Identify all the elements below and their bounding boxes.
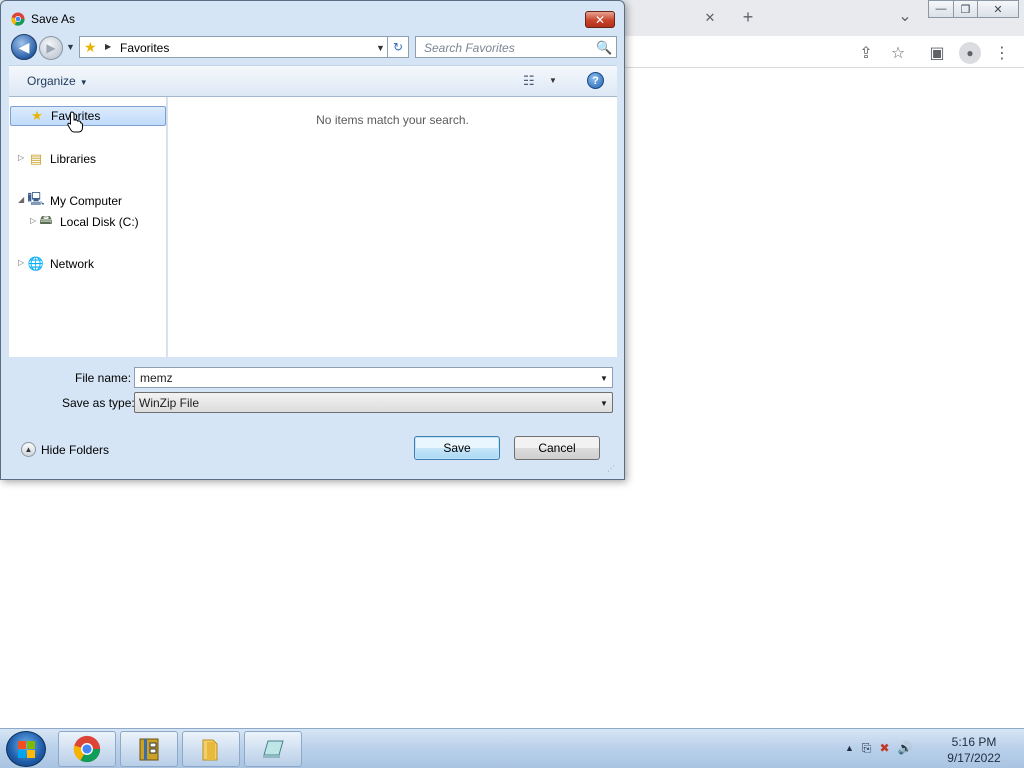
windows-logo-icon: [17, 740, 35, 758]
collapse-up-icon: ▲: [21, 442, 36, 457]
volume-icon[interactable]: 🔊: [898, 741, 913, 756]
dialog-titlebar[interactable]: Save As ✕: [1, 1, 624, 33]
system-tray: ▲ ⎘ ✖ 🔊: [845, 741, 913, 756]
side-panel-icon[interactable]: ▣: [927, 43, 947, 63]
chrome-icon: [11, 12, 25, 26]
share-icon[interactable]: ⇪: [856, 43, 876, 63]
filename-label: File name:: [75, 371, 132, 385]
navigation-pane: ★ Favorites ▷ ▤ Libraries ◢ 🖳 My Compute…: [9, 97, 167, 357]
save-type-value: WinZip File: [139, 396, 200, 410]
save-type-select[interactable]: WinZip File ▼: [134, 392, 613, 413]
taskbar: ▲ ⎘ ✖ 🔊 5:16 PM 9/17/2022: [0, 728, 1024, 768]
tree-item-libraries[interactable]: ▤ Libraries: [28, 149, 96, 169]
dialog-close-button[interactable]: ✕: [585, 11, 615, 28]
winzip-icon: [139, 738, 159, 761]
forward-button[interactable]: ▶: [39, 36, 63, 60]
action-center-icon[interactable]: ✖: [880, 741, 890, 756]
filename-dropdown-icon[interactable]: ▼: [600, 374, 608, 383]
favorites-star-icon: ★: [84, 39, 97, 55]
organize-dropdown-icon: ▼: [79, 78, 88, 87]
search-placeholder: Search Favorites: [424, 41, 515, 55]
taskbar-clock[interactable]: 5:16 PM 9/17/2022: [936, 734, 1012, 766]
dialog-title: Save As: [31, 12, 76, 26]
expand-arrow-icon[interactable]: ▷: [18, 153, 24, 162]
command-bar: Organize ▼ ☷ ▼ ?: [9, 65, 617, 97]
tree-item-label: Libraries: [50, 152, 97, 166]
navigation-row: ◀ ▶ ▼ ★ ▶ Favorites ▼ ↻ Search Favorites…: [9, 34, 617, 60]
taskbar-winzip-button[interactable]: [120, 731, 178, 767]
favorites-star-icon: ★: [31, 108, 43, 123]
clock-date: 9/17/2022: [947, 751, 1001, 765]
taskbar-explorer-button[interactable]: [182, 731, 240, 767]
collapse-arrow-icon[interactable]: ◢: [18, 195, 24, 204]
save-type-label: Save as type:: [62, 396, 135, 410]
empty-results-message: No items match your search.: [316, 113, 469, 127]
restore-button[interactable]: ❐: [953, 0, 978, 18]
recent-locations-dropdown[interactable]: ▼: [66, 42, 75, 52]
taskbar-app-button[interactable]: [244, 731, 302, 767]
expand-arrow-icon[interactable]: ▷: [30, 216, 36, 225]
tree-item-local-disk[interactable]: 🖴 Local Disk (C:): [38, 212, 139, 232]
show-hidden-icons-icon[interactable]: ▲: [845, 743, 854, 756]
bookmark-star-icon[interactable]: ☆: [888, 43, 908, 63]
expand-arrow-icon[interactable]: ▷: [18, 258, 24, 267]
tree-item-label: Local Disk (C:): [60, 215, 139, 229]
tab-search-icon[interactable]: ⌄: [895, 6, 915, 26]
back-button[interactable]: ◀: [11, 34, 37, 60]
network-icon: 🌐: [27, 256, 45, 271]
breadcrumb-arrow-icon[interactable]: ▶: [105, 42, 111, 51]
tree-item-label: My Computer: [50, 194, 123, 208]
network-status-icon[interactable]: ⎘: [862, 741, 872, 756]
address-bar[interactable]: ★ ▶ Favorites ▼: [79, 36, 391, 58]
hand-cursor-icon: [67, 111, 83, 133]
breadcrumb-favorites[interactable]: Favorites: [120, 41, 169, 55]
window-close-button[interactable]: ✕: [977, 0, 1019, 18]
tree-item-favorites[interactable]: ★ Favorites: [10, 106, 166, 126]
libraries-icon: ▤: [29, 151, 43, 166]
view-options-dropdown-icon[interactable]: ▼: [549, 76, 557, 85]
filename-field[interactable]: memz ▼: [134, 367, 613, 388]
chrome-icon: [73, 735, 101, 763]
change-view-icon[interactable]: ☷: [523, 73, 535, 89]
filename-value: memz: [140, 371, 173, 385]
save-button[interactable]: Save: [414, 436, 500, 460]
help-icon[interactable]: ?: [587, 72, 604, 89]
new-tab-button[interactable]: +: [737, 6, 759, 28]
refresh-button[interactable]: ↻: [387, 36, 409, 58]
app-window-icon: [263, 740, 284, 758]
drive-icon: 🖴: [39, 212, 53, 227]
tree-item-network[interactable]: 🌐 Network: [28, 254, 94, 274]
save-as-dialog: Save As ✕ ◀ ▶ ▼ ★ ▶ Favorites ▼ ↻ Search…: [0, 0, 625, 480]
tree-item-my-computer[interactable]: 🖳 My Computer: [27, 191, 123, 211]
start-button[interactable]: [6, 731, 46, 767]
profile-avatar-icon[interactable]: ●: [959, 42, 981, 64]
search-icon[interactable]: 🔍: [596, 40, 612, 56]
hide-folders-label: Hide Folders: [41, 442, 110, 457]
menu-kebab-icon[interactable]: ⋮: [993, 43, 1011, 63]
resize-grip-icon[interactable]: ⋰: [607, 464, 615, 473]
computer-icon: 🖳: [27, 191, 45, 206]
organize-button[interactable]: Organize ▼: [27, 74, 88, 88]
folder-icon: [202, 739, 218, 761]
address-dropdown-icon[interactable]: ▼: [376, 43, 385, 53]
save-type-dropdown-icon[interactable]: ▼: [600, 399, 608, 408]
tree-item-label: Network: [50, 257, 95, 271]
file-list-pane[interactable]: No items match your search.: [168, 97, 617, 357]
hide-folders-button[interactable]: ▲ Hide Folders: [21, 442, 109, 457]
tab-close-icon[interactable]: ✕: [700, 8, 720, 28]
cancel-button[interactable]: Cancel: [514, 436, 600, 460]
minimize-button[interactable]: —: [928, 0, 954, 18]
taskbar-chrome-button[interactable]: [58, 731, 116, 767]
organize-label: Organize: [27, 74, 76, 88]
clock-time: 5:16 PM: [951, 735, 997, 749]
search-input[interactable]: Search Favorites 🔍: [415, 36, 617, 58]
